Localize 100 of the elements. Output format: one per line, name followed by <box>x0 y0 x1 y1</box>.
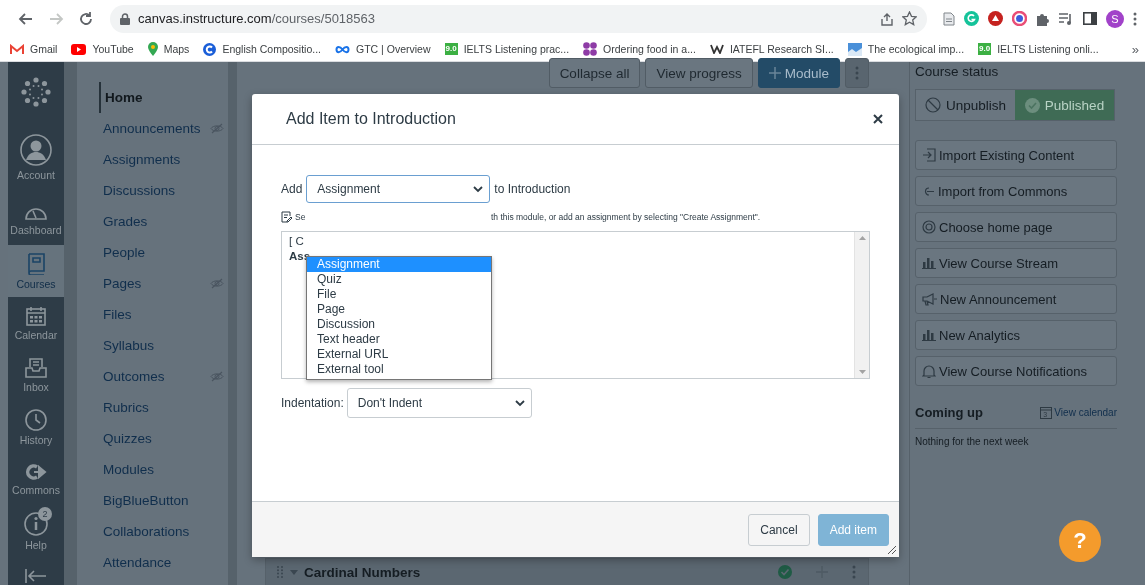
course-nav-link[interactable]: Files <box>77 299 228 330</box>
ban-icon <box>924 97 941 113</box>
sidebar-action-button[interactable]: Import Existing Content <box>915 140 1117 170</box>
count-badge: 2 <box>38 507 52 521</box>
status-toggle[interactable]: Published <box>1015 90 1114 120</box>
global-nav-item[interactable]: Inbox <box>8 349 64 401</box>
sidebar-action-button[interactable]: New Analytics <box>915 320 1117 350</box>
indentation-select[interactable]: Don't Indent <box>346 388 532 418</box>
document-icon[interactable] <box>943 11 955 26</box>
course-nav-link[interactable]: Pages <box>77 268 228 299</box>
sidebar-action-button[interactable]: New Announcement <box>915 284 1117 314</box>
bell-icon <box>922 363 936 379</box>
url-text: canvas.instructure.com/courses/5018563 <box>138 11 376 26</box>
sidebar-action-button[interactable]: View Course Notifications <box>915 356 1117 386</box>
global-nav-item[interactable]: Calendar <box>8 297 64 349</box>
media-list-icon[interactable] <box>1059 12 1074 25</box>
kebab-menu-icon[interactable] <box>1133 11 1137 26</box>
bookmark[interactable]: Ordering food in a... <box>583 42 696 56</box>
plus-icon <box>768 67 781 79</box>
forward-icon <box>48 10 64 27</box>
scrollbar-track[interactable] <box>64 62 77 585</box>
field-label: Indentation: <box>281 396 344 410</box>
logo-icon[interactable] <box>21 77 51 107</box>
scrollbar-track[interactable] <box>228 62 237 585</box>
dropdown-option[interactable]: Text header <box>307 332 491 347</box>
dropdown-option[interactable]: Quiz <box>307 272 491 287</box>
global-nav-item[interactable]: Dashboard <box>8 193 64 245</box>
field-label: Add <box>281 182 303 196</box>
resize-grip-icon[interactable] <box>887 545 896 554</box>
status-toggle[interactable]: Unpublish <box>916 90 1015 120</box>
arrow-ring-icon <box>25 462 47 481</box>
course-nav-link[interactable]: BigBlueButton <box>77 485 228 516</box>
dropdown-option[interactable]: External URL <box>307 347 491 362</box>
extension-icon[interactable] <box>988 11 1003 26</box>
bar-chart-icon <box>922 329 936 341</box>
course-nav-link[interactable]: Attendance <box>77 547 228 578</box>
bookmark[interactable]: IATEFL Research SI... <box>709 43 834 55</box>
scroll-up-icon[interactable] <box>858 236 866 240</box>
infinity-icon <box>335 44 350 54</box>
course-nav-link[interactable]: Discussions <box>77 175 228 206</box>
address-bar[interactable]: canvas.instructure.com/courses/5018563 <box>110 4 927 33</box>
bookmark[interactable]: 9.0 IELTS Listening onli... <box>978 43 1099 55</box>
toolbar-button[interactable]: Collapse all <box>548 58 641 88</box>
course-nav-link[interactable]: Outcomes <box>77 361 228 392</box>
cancel-button[interactable]: Cancel <box>748 513 810 546</box>
view-calendar-link[interactable]: View calendar <box>1054 407 1117 418</box>
item-type-select[interactable]: Assignment <box>306 175 491 203</box>
sidebar-action-button[interactable]: Choose home page <box>915 212 1117 242</box>
bookmark[interactable]: 9.0 IELTS Listening prac... <box>444 43 570 55</box>
edit-note-icon <box>281 211 293 223</box>
global-nav-item[interactable]: Courses <box>8 245 64 297</box>
sidebar-action-button[interactable]: View Course Stream <box>915 248 1117 278</box>
chevron-down-icon <box>473 185 484 193</box>
profile-avatar[interactable]: S <box>1106 9 1124 28</box>
course-nav-link[interactable]: Modules <box>77 454 228 485</box>
module-header[interactable]: Cardinal Numbers <box>265 558 869 585</box>
sidebar-action-button[interactable]: Import from Commons <box>915 176 1117 206</box>
puzzle-icon[interactable] <box>1036 11 1050 26</box>
course-nav-link[interactable]: Syllabus <box>77 330 228 361</box>
empty-state-text: Nothing for the next week <box>915 436 1030 447</box>
course-nav-link[interactable]: Quizzes <box>77 423 228 454</box>
dropdown-option[interactable]: File <box>307 287 491 302</box>
toolbar-button[interactable]: View progress <box>645 58 753 88</box>
course-nav-link[interactable]: Grades <box>77 206 228 237</box>
reload-icon <box>78 10 94 27</box>
bookmark[interactable]: Maps <box>147 42 190 56</box>
bar-chart-icon <box>922 257 936 269</box>
book-icon <box>26 252 46 275</box>
close-button[interactable] <box>871 112 885 126</box>
bookmark[interactable]: English Compositio... <box>203 42 321 56</box>
dropdown-option[interactable]: Assignment <box>307 257 491 272</box>
global-nav-item[interactable]: Account <box>8 122 64 193</box>
badge-icon: 9.0 <box>978 43 992 55</box>
list-item-text: [ C <box>289 234 305 249</box>
eye-slash-icon <box>210 278 224 289</box>
global-nav-item[interactable]: History <box>8 401 64 453</box>
course-nav-link[interactable]: People <box>77 237 228 268</box>
course-nav-link[interactable]: Assignments <box>77 144 228 175</box>
bookmark[interactable]: YouTube <box>71 43 134 55</box>
drag-handle-icon <box>276 565 284 579</box>
bookmark[interactable]: The ecological imp... <box>847 42 965 56</box>
toolbar-button[interactable]: Module <box>757 58 840 88</box>
bookmark[interactable]: Gmail <box>10 43 58 55</box>
global-nav-item[interactable]: Commons <box>8 453 64 505</box>
global-nav-item[interactable]: Help 2 <box>8 505 64 557</box>
course-nav-link[interactable]: Collaborations <box>77 516 228 547</box>
dropdown-option[interactable]: Discussion <box>307 317 491 332</box>
bookmark[interactable]: GTC | Overview <box>335 43 431 55</box>
side-panel-icon[interactable] <box>1083 12 1097 25</box>
course-nav-link[interactable]: Rubrics <box>77 392 228 423</box>
import-icon <box>922 148 936 162</box>
course-nav-link[interactable]: Announcements <box>77 113 228 144</box>
check-circle-icon[interactable] <box>778 565 792 579</box>
dropdown-option[interactable]: Page <box>307 302 491 317</box>
dropdown-option[interactable]: External tool <box>307 362 491 377</box>
scroll-down-icon[interactable] <box>858 370 866 374</box>
share-icon <box>880 11 894 26</box>
extension-icon[interactable] <box>1012 11 1027 26</box>
bookmarks-overflow[interactable]: » <box>1131 41 1139 57</box>
collapse-icon[interactable] <box>25 569 47 583</box>
